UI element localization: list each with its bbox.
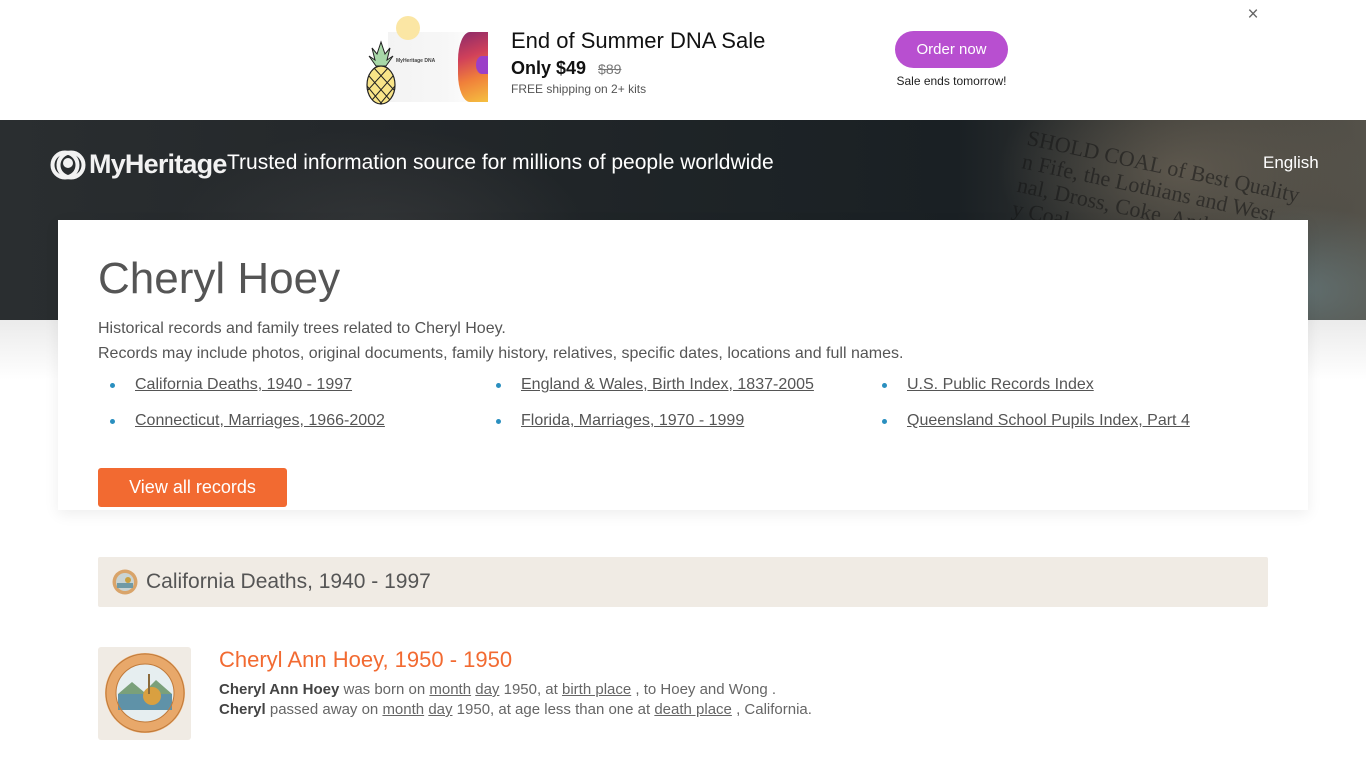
description-line: Historical records and family trees rela… <box>98 320 506 337</box>
main-card: Cheryl Hoey Historical records and famil… <box>58 220 1308 510</box>
order-now-button[interactable]: Order now <box>895 31 1008 68</box>
bullet-icon <box>882 382 887 388</box>
birth-place-link[interactable]: birth place <box>562 681 631 698</box>
bullet-icon <box>110 382 115 388</box>
person-name: Cheryl <box>219 701 266 718</box>
death-day-link[interactable]: day <box>428 701 452 718</box>
record-list-item: Florida, Marriages, 1970 - 1999 <box>484 411 870 431</box>
record-result-title[interactable]: Cheryl Ann Hoey, 1950 - 1950 <box>219 647 512 673</box>
record-list-item: U.S. Public Records Index <box>870 375 1268 395</box>
text: 1950, at <box>499 681 562 698</box>
birth-month-link[interactable]: month <box>429 681 471 698</box>
record-link[interactable]: U.S. Public Records Index <box>907 376 1094 394</box>
page-title: Cheryl Hoey <box>98 254 341 303</box>
text: , California. <box>731 701 812 718</box>
record-list-item: Connecticut, Marriages, 1966-2002 <box>98 411 484 431</box>
myheritage-logo-icon <box>50 150 86 179</box>
text: 1950, at age less than one at <box>452 701 655 718</box>
record-list-item: Queensland School Pupils Index, Part 4 <box>870 411 1268 431</box>
logo-text: MyHeritage <box>89 149 227 179</box>
california-seal-icon <box>112 569 138 595</box>
death-place-link[interactable]: death place <box>654 701 732 718</box>
view-all-records-button[interactable]: View all records <box>98 468 287 507</box>
description-line: Records may include photos, original doc… <box>98 345 904 362</box>
record-link[interactable]: Connecticut, Marriages, 1966-2002 <box>135 412 385 430</box>
myheritage-logo[interactable]: MyHeritage <box>50 149 227 180</box>
record-list-item: England & Wales, Birth Index, 1837-2005 <box>484 375 870 395</box>
record-link[interactable]: California Deaths, 1940 - 1997 <box>135 376 352 394</box>
bullet-icon <box>496 418 501 424</box>
bullet-icon <box>496 382 501 388</box>
record-link[interactable]: Queensland School Pupils Index, Part 4 <box>907 412 1190 430</box>
record-thumbnail[interactable] <box>98 647 191 740</box>
collection-section-header: California Deaths, 1940 - 1997 <box>98 557 1268 607</box>
promo-price: Only $49 <box>511 58 587 78</box>
bullet-icon <box>882 418 887 424</box>
close-icon[interactable]: × <box>1243 5 1263 25</box>
promo-shipping: FREE shipping on 2+ kits <box>511 82 647 96</box>
sun-icon <box>396 16 420 40</box>
section-title: California Deaths, 1940 - 1997 <box>146 570 431 593</box>
promo-image: MyHeritage DNA <box>358 12 488 106</box>
tagline: Trusted information source for millions … <box>227 151 774 174</box>
record-link[interactable]: Florida, Marriages, 1970 - 1999 <box>521 412 744 430</box>
california-seal-icon <box>105 653 185 733</box>
promo-title: End of Summer DNA Sale <box>511 28 766 53</box>
birth-day-link[interactable]: day <box>475 681 499 698</box>
dna-kit-logo: MyHeritage DNA <box>396 58 436 64</box>
color-splash-dot <box>476 56 488 74</box>
promo-old-price: $89 <box>598 61 622 77</box>
person-name: Cheryl Ann Hoey <box>219 681 340 698</box>
pineapple-icon <box>366 40 396 105</box>
death-month-link[interactable]: month <box>382 701 424 718</box>
record-death-line: Cheryl passed away on month day 1950, at… <box>219 701 812 718</box>
page-description: Historical records and family trees rela… <box>98 316 903 366</box>
sale-ends-text: Sale ends tomorrow! <box>896 74 1007 88</box>
bullet-icon <box>110 418 115 424</box>
promo-banner: MyHeritage DNA End of Summer DNA Sale On… <box>0 0 1366 120</box>
text: was born on <box>339 681 430 698</box>
record-birth-line: Cheryl Ann Hoey was born on month day 19… <box>219 681 776 698</box>
record-link[interactable]: England & Wales, Birth Index, 1837-2005 <box>521 376 814 394</box>
language-selector[interactable]: English <box>1263 153 1319 173</box>
record-collections-list: California Deaths, 1940 - 1997 England &… <box>98 375 1268 431</box>
record-list-item: California Deaths, 1940 - 1997 <box>98 375 484 395</box>
text: passed away on <box>265 701 383 718</box>
text: , to Hoey and Wong . <box>631 681 777 698</box>
